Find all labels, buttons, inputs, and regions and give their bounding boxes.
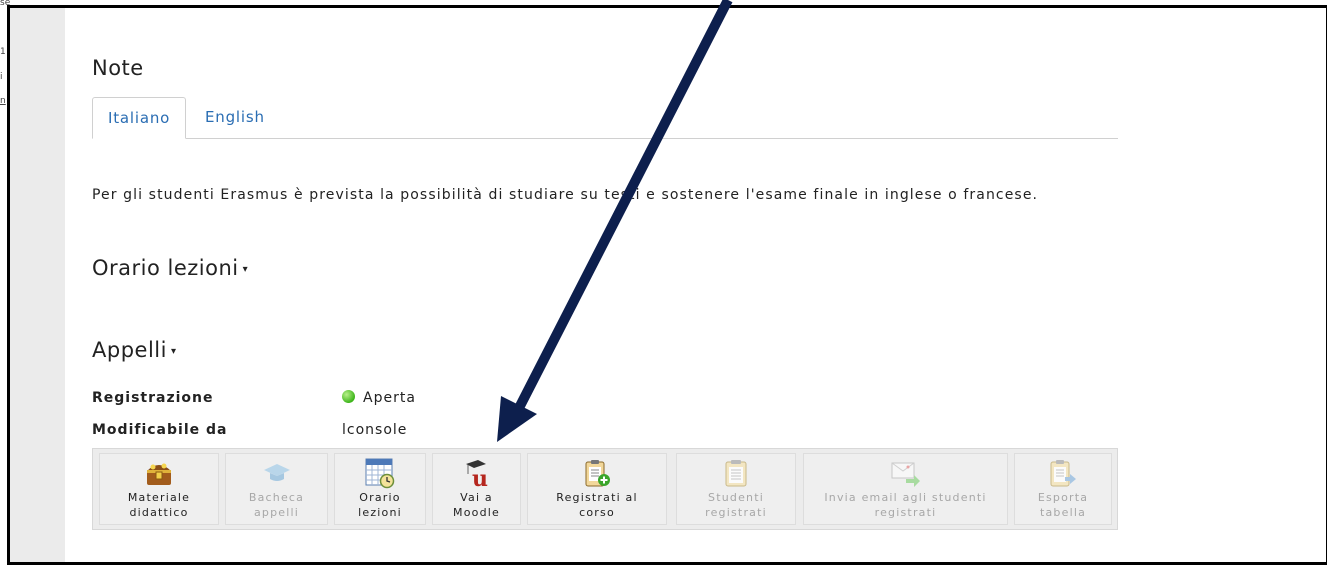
moodle-icon: u	[433, 458, 520, 488]
registrazione-status: Aperta	[342, 390, 416, 406]
invia-email-button[interactable]: Invia email agli studenti registrati	[803, 453, 1008, 525]
button-label: didattico	[129, 506, 189, 519]
modificabile-value: lconsole	[342, 422, 408, 438]
registrati-al-corso-button[interactable]: Registrati al corso	[527, 453, 667, 525]
materiale-didattico-button[interactable]: Materiale didattico	[99, 453, 219, 525]
left-sidebar-strip	[10, 8, 65, 562]
edge-fragment: 1	[0, 47, 6, 57]
svg-text:u: u	[472, 466, 489, 488]
studenti-registrati-button[interactable]: Studenti registrati	[676, 453, 796, 525]
tab-english[interactable]: English	[190, 97, 280, 137]
button-label: Invia email agli studenti	[824, 491, 987, 504]
button-label: Vai a	[460, 491, 493, 504]
button-label: corso	[579, 506, 615, 519]
button-label: registrati	[874, 506, 937, 519]
graduation-cap-icon	[226, 458, 327, 488]
calendar-clock-icon	[335, 458, 425, 489]
language-tabs: Italiano English	[92, 97, 1118, 139]
button-label: tabella	[1039, 506, 1087, 519]
button-label: Bacheca	[248, 491, 305, 504]
appelli-heading[interactable]: Appelli ▾	[92, 338, 176, 362]
clipboard-export-icon	[1015, 458, 1111, 488]
clipboard-list-icon	[677, 458, 795, 488]
button-label: lezioni	[358, 506, 402, 519]
edge-fragment: n	[0, 96, 6, 106]
button-label: Moodle	[453, 506, 500, 519]
edge-fragment: i	[0, 72, 3, 82]
course-toolbar: Materiale didattico Bacheca appelli Orar…	[92, 448, 1118, 530]
caret-down-icon: ▾	[170, 345, 177, 357]
vai-a-moodle-button[interactable]: u Vai a Moodle	[432, 453, 521, 525]
button-label: Materiale	[127, 491, 191, 504]
modificabile-label: Modificabile da	[92, 422, 228, 438]
treasure-chest-icon	[100, 458, 218, 488]
button-label: Esporta	[1037, 491, 1089, 504]
note-text: Per gli studenti Erasmus è prevista la p…	[92, 187, 1039, 203]
note-heading: Note	[92, 56, 144, 80]
button-label: Orario	[359, 491, 401, 504]
orario-lezioni-heading[interactable]: Orario lezioni ▾	[92, 256, 248, 280]
button-label: Registrati al	[556, 491, 638, 504]
orario-lezioni-button[interactable]: Orario lezioni	[334, 453, 426, 525]
esporta-tabella-button[interactable]: Esporta tabella	[1014, 453, 1112, 525]
email-forward-icon	[804, 458, 1007, 488]
caret-down-icon: ▾	[242, 263, 249, 275]
button-label: Studenti	[708, 491, 764, 504]
registrazione-label: Registrazione	[92, 390, 214, 406]
registrazione-value: Aperta	[363, 390, 416, 406]
appelli-label: Appelli	[92, 338, 167, 362]
bacheca-appelli-button[interactable]: Bacheca appelli	[225, 453, 328, 525]
tab-italiano[interactable]: Italiano	[92, 97, 187, 139]
orario-lezioni-label: Orario lezioni	[92, 256, 239, 280]
status-dot-icon	[342, 390, 355, 403]
button-label: appelli	[253, 506, 300, 519]
clipboard-add-icon	[528, 458, 666, 488]
button-label: registrati	[705, 506, 767, 519]
